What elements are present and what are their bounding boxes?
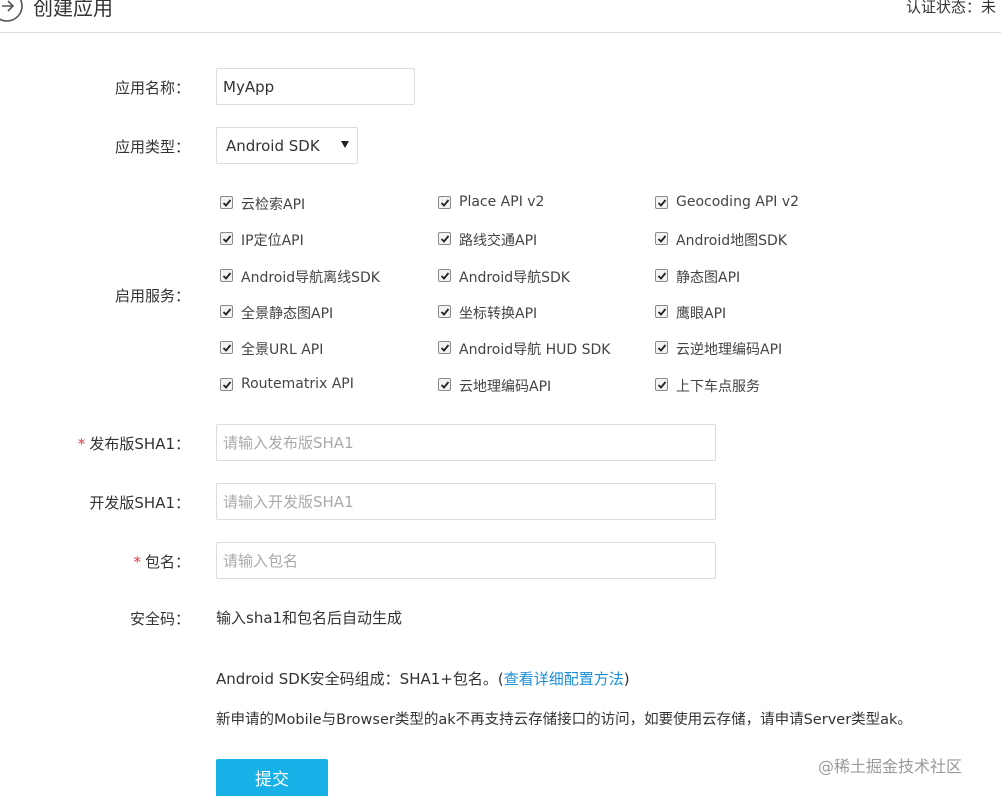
- service-checkbox[interactable]: [438, 304, 451, 318]
- composition-note: Android SDK安全码组成：SHA1+包名。(查看详细配置方法): [216, 670, 630, 688]
- config-method-link[interactable]: 查看详细配置方法: [504, 670, 624, 688]
- services-label: 启用服务：: [114, 287, 190, 305]
- service-label: 云逆地理编码API: [676, 342, 783, 359]
- service-checkbox[interactable]: [655, 304, 668, 318]
- service-label: Android导航SDK: [459, 269, 570, 286]
- create-app-page: 创建应用 认证状态：未 应用名称： 应用类型： Android SDK 启用服务…: [0, 0, 1001, 796]
- storage-notice: 新申请的Mobile与Browser类型的ak不再支持云存储接口的访问，如要使用…: [216, 712, 912, 728]
- service-label: 静态图API: [676, 269, 741, 286]
- service-checkbox[interactable]: [220, 232, 233, 246]
- checkmark-icon: [657, 272, 667, 280]
- service-label: Android导航 HUD SDK: [459, 342, 611, 359]
- service-checkbox[interactable]: [438, 341, 451, 355]
- service-label: 鹰眼API: [676, 305, 727, 322]
- page-title: 创建应用: [33, 0, 113, 20]
- app-type-select[interactable]: Android SDK: [216, 127, 358, 164]
- release-sha1-label: * 发布版SHA1：: [77, 435, 190, 453]
- service-checkbox[interactable]: [655, 268, 668, 282]
- service-label: 全景URL API: [241, 342, 324, 359]
- checkmark-icon: [222, 344, 232, 353]
- security-code-label: 安全码：: [129, 610, 190, 628]
- release-sha1-input[interactable]: [216, 424, 716, 461]
- checkmark-icon: [440, 308, 450, 316]
- checkmark-icon: [657, 308, 667, 316]
- checkmark-icon: [440, 199, 450, 207]
- page-header: 创建应用 认证状态：未: [0, 0, 1001, 33]
- service-label: Geocoding API v2: [676, 194, 800, 210]
- dropdown-caret-icon: [341, 141, 349, 148]
- checkmark-icon: [440, 235, 450, 244]
- security-code-value: 输入sha1和包名后自动生成: [216, 609, 403, 627]
- service-checkbox[interactable]: [438, 268, 451, 282]
- service-label: Place API v2: [459, 194, 545, 210]
- service-label: Routematrix API: [241, 375, 354, 392]
- checkmark-icon: [440, 380, 450, 389]
- auth-status: 认证状态：未: [906, 0, 997, 16]
- service-label: 云地理编码API: [459, 378, 552, 395]
- dev-sha1-label: 开发版SHA1：: [89, 494, 190, 512]
- checkmark-icon: [657, 380, 667, 389]
- submit-button[interactable]: 提交: [216, 759, 328, 796]
- service-checkbox[interactable]: [438, 196, 451, 209]
- service-label: Android地图SDK: [676, 233, 787, 250]
- app-type-selected: Android SDK: [226, 137, 320, 155]
- service-label: 全景静态图API: [241, 305, 334, 322]
- checkmark-icon: [657, 344, 667, 353]
- checkmark-icon: [657, 235, 667, 244]
- checkmark-icon: [657, 199, 667, 207]
- app-type-label: 应用类型：: [114, 138, 190, 156]
- checkmark-icon: [222, 272, 232, 280]
- package-name-label: * 包名：: [133, 553, 190, 571]
- app-name-input[interactable]: [216, 68, 415, 105]
- checkmark-icon: [222, 308, 232, 316]
- watermark: @稀土掘金技术社区: [818, 757, 963, 776]
- service-label: IP定位API: [241, 233, 304, 250]
- service-checkbox[interactable]: [438, 232, 451, 246]
- service-label: 坐标转换API: [459, 305, 538, 322]
- service-checkbox[interactable]: [655, 232, 668, 246]
- service-checkbox[interactable]: [655, 196, 668, 209]
- service-checkbox[interactable]: [438, 377, 451, 391]
- service-label: 云检索API: [241, 197, 306, 213]
- checkmark-icon: [222, 235, 232, 244]
- back-arrow-icon[interactable]: [0, 0, 24, 23]
- service-checkbox[interactable]: [220, 341, 233, 355]
- service-label: Android导航离线SDK: [241, 269, 380, 286]
- package-name-input[interactable]: [216, 542, 716, 579]
- service-label: 上下车点服务: [676, 378, 760, 395]
- service-checkbox[interactable]: [655, 341, 668, 355]
- service-checkbox[interactable]: [220, 377, 233, 391]
- checkmark-icon: [222, 199, 232, 207]
- checkmark-icon: [440, 344, 450, 353]
- checkmark-icon: [440, 272, 450, 280]
- service-checkbox[interactable]: [220, 196, 233, 209]
- service-label: 路线交通API: [459, 233, 538, 250]
- service-checkbox[interactable]: [655, 377, 668, 391]
- service-checkbox[interactable]: [220, 268, 233, 282]
- dev-sha1-input[interactable]: [216, 483, 716, 520]
- checkmark-icon: [222, 380, 232, 389]
- app-name-label: 应用名称：: [114, 79, 190, 97]
- service-checkbox[interactable]: [220, 304, 233, 318]
